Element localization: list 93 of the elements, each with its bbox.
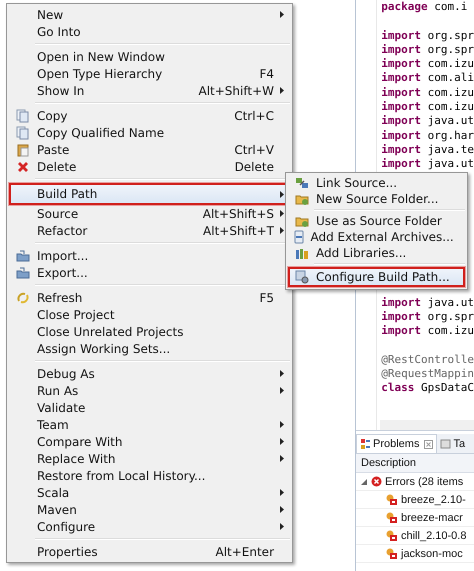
menu-item[interactable]: Copy Ctrl+C [9,107,290,124]
code-keyword: import [381,142,422,156]
code-text: java.ut [428,114,474,128]
menu-item[interactable]: Assign Working Sets... [9,340,290,357]
menu-item[interactable]: Validate [9,399,290,416]
menu-item[interactable]: Properties Alt+Enter [9,543,290,560]
folder-arrow-icon [16,248,30,262]
code-text: org.spr [428,28,474,42]
tree-item[interactable]: jackson-moc [401,548,463,560]
menu-item[interactable]: Replace With [9,450,290,467]
refresh-icon [16,290,30,304]
menu-item[interactable]: Use as Source Folder [288,213,465,229]
code-keyword: import [381,28,422,42]
code-text: com.izu [428,57,474,70]
code-keyword: import [381,296,422,309]
link-icon [295,176,309,190]
menu-item[interactable]: Add Libraries... [288,245,465,261]
scrollbar[interactable] [380,420,474,430]
code-text: org.spr [428,42,474,56]
menu-item[interactable]: Team [9,416,290,433]
folder-arrow-icon [16,266,30,280]
error-jar-icon [386,512,398,524]
code-text: com.izu [428,100,474,114]
code-keyword: import [381,128,422,142]
expand-arrow-icon[interactable] [360,478,368,486]
code-text: java.te [428,142,474,156]
code-keyword: import [381,324,422,338]
menu-item[interactable]: Open in New Window [9,48,290,65]
code-annotation: @RequestMappin [381,367,474,380]
code-keyword: import [381,157,422,170]
code-keyword: import [381,310,422,323]
tree-item[interactable]: Errors (28 items [385,476,464,488]
code-keyword: import [381,57,422,70]
code-keyword: package [381,0,428,13]
menu-item[interactable]: Refactor Alt+Shift+T [9,222,290,239]
menu-item[interactable]: Go Into [9,23,290,40]
code-keyword: import [381,42,422,56]
books-icon [295,246,309,260]
panel-tab[interactable]: Problems [356,434,438,453]
tree-item[interactable]: chill_2.10-0.8 [401,530,466,542]
code-keyword: import [381,71,422,84]
menu-item[interactable]: Run As [9,382,290,399]
menu-item[interactable]: New [9,6,290,23]
code-text: java.ut [428,296,474,309]
code-text: org.spr [428,310,474,323]
error-jar-icon [386,530,398,542]
panel-tab[interactable]: Ta [437,434,468,453]
tree-item[interactable]: breeze_2.10- [401,494,466,506]
code-keyword: class [381,381,414,394]
code-text: com.i [434,0,468,13]
menu-item[interactable]: Export... [9,264,290,281]
copy-icon [16,108,30,122]
code-text: GpsDataC [421,381,474,394]
menu-item[interactable]: Restore from Local History... [9,467,290,484]
code-text: java.ut [428,157,474,170]
menu-item[interactable]: Configure Build Path... [288,267,465,287]
menu-item[interactable]: Maven [9,501,290,518]
problems-icon [360,438,371,450]
code-text: com.izu [428,86,474,99]
code-text: com.ali [428,71,474,84]
copy-icon [16,126,30,140]
error-jar-icon [386,548,398,560]
menu-item[interactable]: Close Project [9,306,290,323]
code-annotation: @RestControlle [381,352,474,366]
tree-item[interactable]: breeze-macr [401,512,463,524]
code-keyword: import [381,100,422,114]
menu-item[interactable]: Debug As [9,365,290,382]
menu-item[interactable]: Configure [9,518,290,535]
menu-item[interactable]: Paste Ctrl+V [9,141,290,158]
menu-item[interactable]: Close Unrelated Projects [9,323,290,340]
menu-item[interactable]: Compare With [9,433,290,450]
menu-item[interactable]: Refresh F5 [9,289,290,306]
jar-icon [292,230,306,244]
menu-item[interactable]: Add External Archives... [288,229,465,245]
clipboard-icon [16,142,30,156]
menu-item[interactable]: Copy Qualified Name [9,124,290,141]
menu-item[interactable]: Import... [9,247,290,264]
menu-item[interactable]: New Source Folder... [288,191,465,207]
menu-item[interactable]: Open Type Hierarchy F4 [9,65,290,82]
code-text: com.izu [428,324,474,338]
code-keyword: import [381,114,422,128]
column-header[interactable]: Description [356,454,474,473]
menu-item[interactable]: Source Alt+Shift+S [9,205,290,222]
menu-item[interactable]: Delete Delete [9,158,290,175]
close-icon[interactable] [424,440,434,448]
menu-item[interactable]: Show In Alt+Shift+W [9,82,290,99]
code-text: org.har [428,128,474,142]
code-keyword: import [381,86,422,99]
menu-item[interactable]: Scala [9,484,290,501]
menu-item[interactable]: Link Source... [288,175,465,191]
delete-icon [16,160,30,174]
error-icon [371,476,382,487]
error-jar-icon [386,494,398,506]
